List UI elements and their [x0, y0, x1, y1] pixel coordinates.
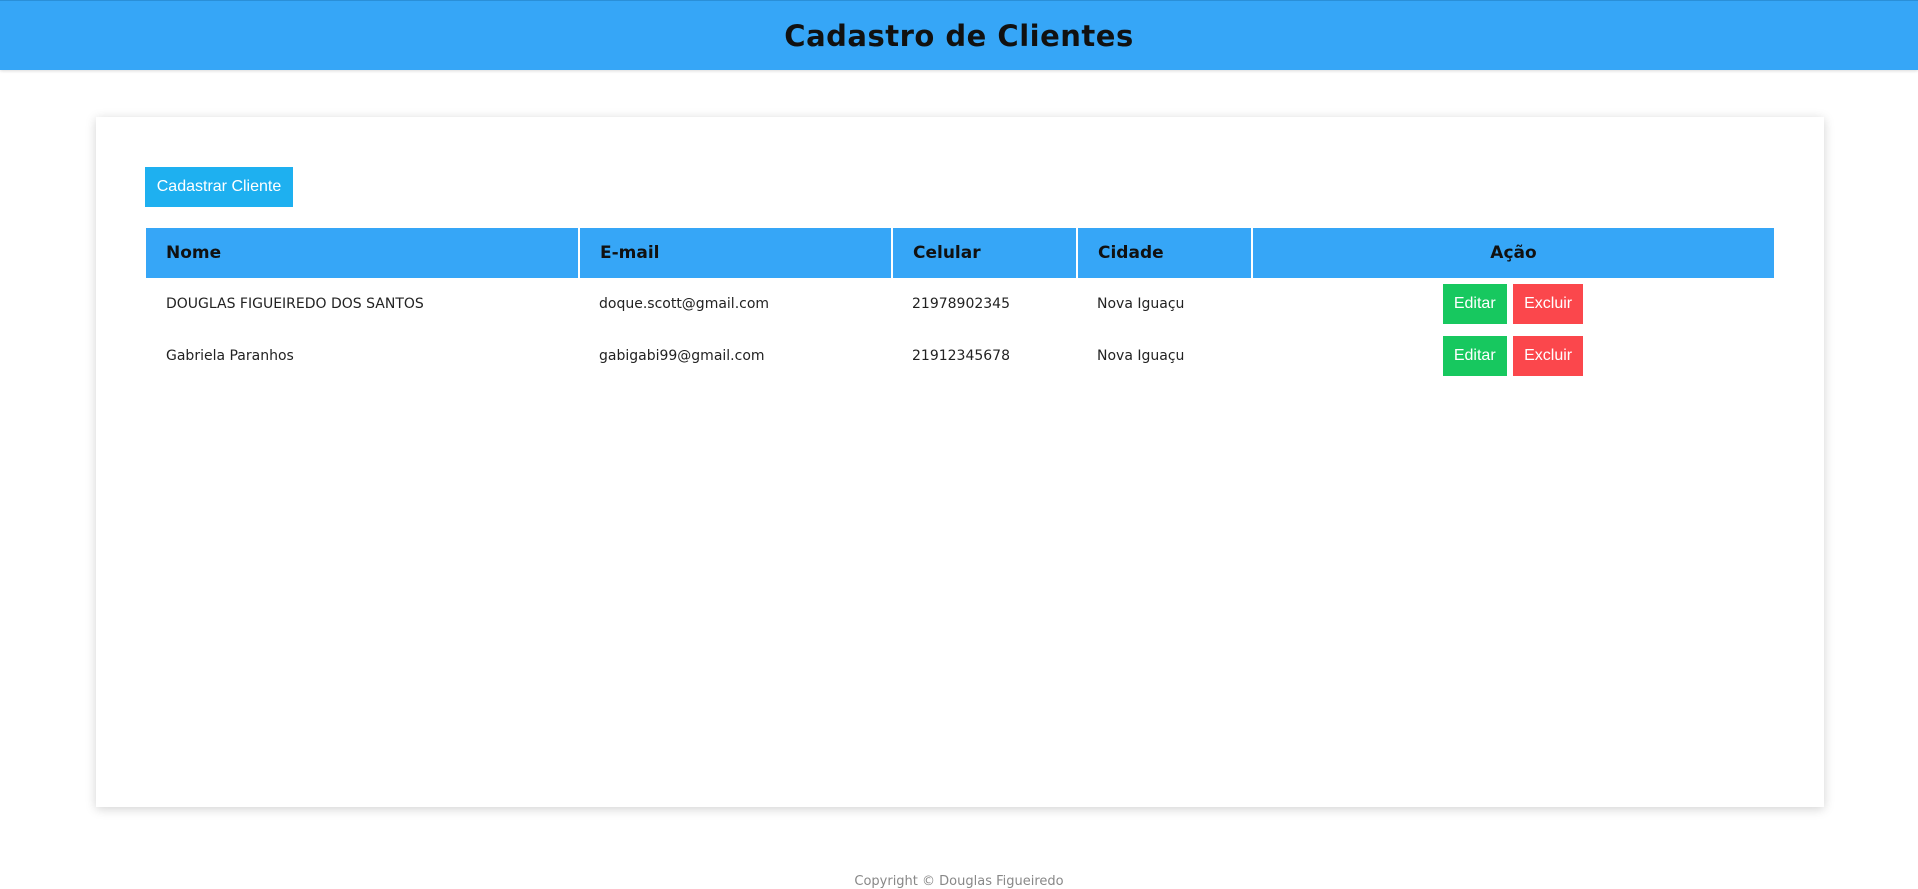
column-header-acao: Ação — [1252, 228, 1774, 278]
add-client-button[interactable]: Cadastrar Cliente — [145, 167, 293, 207]
cell-email: doque.scott@gmail.com — [599, 296, 770, 312]
delete-button[interactable]: Excluir — [1513, 284, 1584, 324]
page-title: Cadastro de Clientes — [784, 18, 1134, 53]
delete-button[interactable]: Excluir — [1513, 336, 1584, 376]
copyright-footer: Copyright © Douglas Figueiredo — [854, 874, 1064, 889]
table-header-row: Nome E-mail Celular Cidade Ação — [146, 228, 1774, 278]
cell-acao: Editar Excluir — [1252, 330, 1774, 382]
column-header-celular: Celular — [892, 228, 1078, 278]
table-row: DOUGLAS FIGUEIREDO DOS SANTOS doque.scot… — [146, 278, 1774, 330]
table-row: Gabriela Paranhos gabigabi99@gmail.com 2… — [146, 330, 1774, 382]
cell-cidade: Nova Iguaçu — [1097, 348, 1185, 364]
cell-celular: 21912345678 — [912, 348, 1010, 364]
edit-button[interactable]: Editar — [1442, 336, 1507, 376]
clients-table: Nome E-mail Celular Cidade Ação DOUGLAS … — [146, 228, 1774, 382]
cell-celular: 21978902345 — [912, 296, 1010, 312]
cell-email: gabigabi99@gmail.com — [599, 348, 765, 364]
edit-button[interactable]: Editar — [1442, 284, 1507, 324]
column-header-nome: Nome — [146, 228, 580, 278]
cell-nome: DOUGLAS FIGUEIREDO DOS SANTOS — [166, 296, 424, 312]
cell-nome: Gabriela Paranhos — [166, 348, 294, 364]
column-header-email: E-mail — [579, 228, 893, 278]
cell-acao: Editar Excluir — [1252, 278, 1774, 330]
clients-card: Cadastrar Cliente Nome E-mail Celular Ci… — [96, 117, 1824, 807]
cell-cidade: Nova Iguaçu — [1097, 296, 1185, 312]
page-header: Cadastro de Clientes — [0, 0, 1918, 70]
column-header-cidade: Cidade — [1077, 228, 1253, 278]
